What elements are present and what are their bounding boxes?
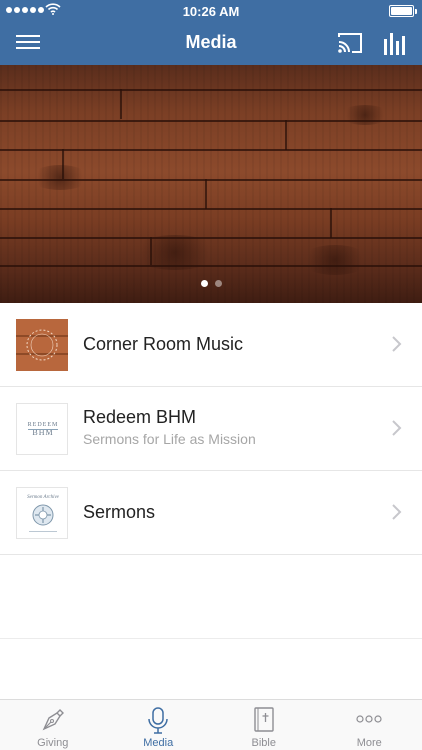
pager-dot-2[interactable] (214, 280, 222, 287)
cast-button[interactable] (336, 30, 364, 56)
stats-button[interactable] (382, 29, 408, 57)
chevron-right-icon (392, 336, 402, 352)
tab-label: Bible (251, 737, 276, 749)
list-item-title: Redeem BHM (83, 407, 197, 427)
chevron-right-icon (392, 420, 402, 436)
chevron-right-icon (392, 504, 402, 520)
empty-list-row (0, 555, 422, 639)
list-item-title: Corner Room Music (83, 334, 244, 354)
hero-banner[interactable] (0, 65, 422, 303)
svg-text:Sermon Archive: Sermon Archive (27, 495, 60, 500)
microphone-icon (148, 707, 168, 734)
media-list: Corner Room Music REDEEM BHM Redeem BHM … (0, 303, 422, 639)
status-time: 10:26 AM (182, 4, 240, 19)
bible-icon (254, 707, 274, 732)
list-item-corner-room-music[interactable]: Corner Room Music (0, 303, 422, 387)
pager-dot-1[interactable] (200, 280, 208, 287)
tab-bible[interactable]: Bible (211, 700, 317, 750)
tab-media[interactable]: Media (106, 700, 212, 750)
tab-more[interactable]: More (317, 700, 422, 750)
nav-bar: Media (0, 22, 422, 65)
status-bar: 10:26 AM (0, 0, 422, 22)
pen-icon (42, 709, 64, 731)
ellipsis-icon (356, 715, 382, 723)
bar-chart-icon (384, 33, 405, 55)
redeem-bhm-thumbnail: REDEEM BHM (16, 403, 68, 455)
list-item-title: Sermons (83, 502, 156, 522)
sermons-thumbnail: Sermon Archive (16, 487, 68, 539)
tab-label: Media (143, 737, 174, 749)
tab-bar: Giving Media Bible More (0, 699, 422, 750)
battery-icon (389, 5, 417, 17)
list-item-redeem-bhm[interactable]: REDEEM BHM Redeem BHM Sermons for Life a… (0, 387, 422, 471)
tab-label: More (356, 737, 382, 749)
list-item-sermons[interactable]: Sermon Archive Sermons (0, 471, 422, 555)
carousel-pager[interactable] (0, 280, 422, 287)
list-item-subtitle: Sermons for Life as Mission (83, 431, 256, 447)
cast-icon (338, 33, 362, 53)
tab-label: Giving (37, 737, 69, 749)
corner-room-music-thumbnail (16, 319, 68, 371)
tab-giving[interactable]: Giving (0, 700, 106, 750)
app-header: 10:26 AM Media (0, 0, 422, 65)
